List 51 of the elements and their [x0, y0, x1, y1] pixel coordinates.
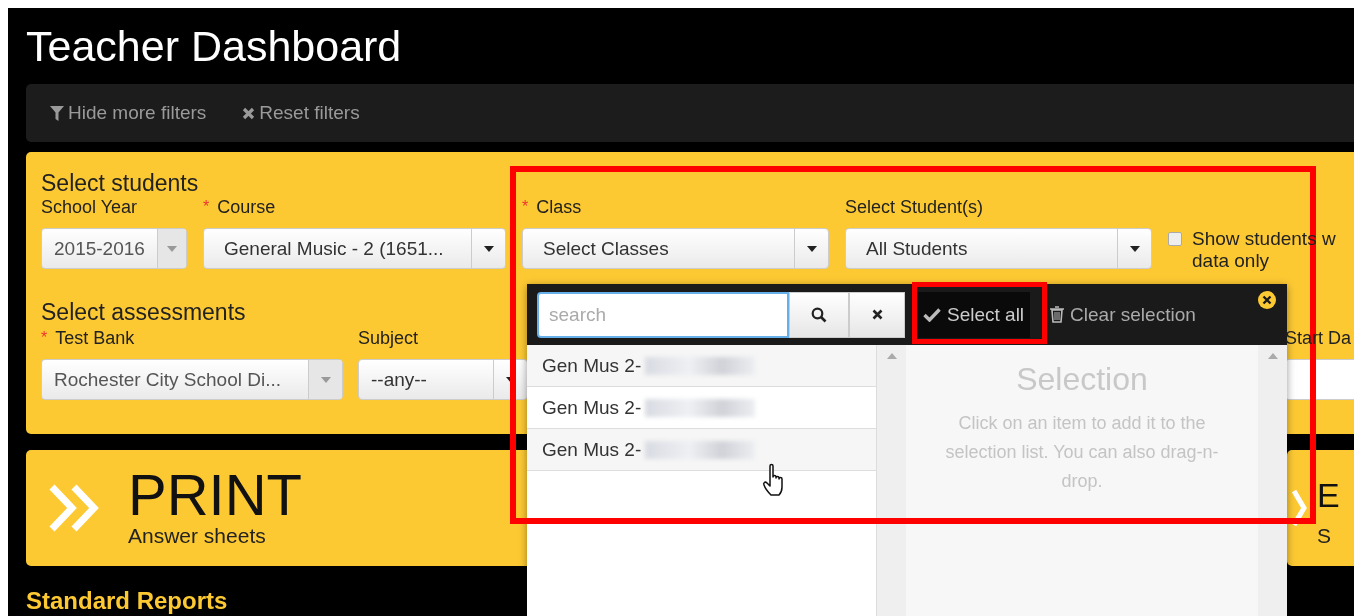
caret-icon — [806, 245, 817, 252]
scrollbar[interactable] — [1258, 345, 1287, 616]
select-dropdown[interactable]: All Students — [845, 228, 1152, 269]
caret-icon — [166, 245, 177, 252]
check-icon — [923, 307, 941, 322]
card-title: E — [1317, 475, 1340, 516]
select-dropdown[interactable]: General Music - 2 (1651... — [203, 228, 506, 269]
caret-icon — [320, 376, 331, 383]
close-icon[interactable] — [1257, 290, 1277, 310]
action-card[interactable]: E S — [1287, 450, 1354, 566]
field-label: School Year — [41, 196, 138, 218]
trash-icon — [1050, 306, 1065, 323]
field-label: Class — [536, 196, 582, 218]
card-title: PRINT — [128, 467, 302, 523]
section-heading: Standard Reports — [26, 588, 228, 614]
required-mark: * — [203, 197, 210, 217]
up-arrow-icon — [1267, 353, 1278, 359]
close-icon — [242, 106, 256, 120]
class-name: Gen Mus 2- — [542, 354, 642, 377]
caret-icon — [483, 245, 494, 252]
field-label: Subject — [358, 327, 419, 349]
search-field[interactable]: search — [537, 291, 789, 338]
close-icon — [871, 309, 883, 320]
search-button[interactable] — [789, 291, 849, 338]
card-subtitle: S — [1317, 523, 1332, 549]
card-subtitle: Answer sheets — [128, 523, 267, 549]
field-label: Select Student(s) — [845, 196, 984, 218]
class-list-item[interactable]: Gen Mus 2- — [527, 387, 876, 429]
picker-action-button[interactable]: Select all — [917, 291, 1031, 338]
picker-action-button[interactable]: Clear selection — [1044, 291, 1202, 338]
class-name: Gen Mus 2- — [542, 396, 642, 419]
required-mark: * — [41, 328, 48, 348]
scrollbar[interactable] — [877, 345, 906, 616]
page-title: Teacher Dashboard — [26, 21, 403, 72]
caret-icon — [1129, 245, 1140, 252]
class-list-item[interactable]: Gen Mus 2- — [527, 429, 876, 471]
up-arrow-icon — [886, 353, 897, 359]
section-heading: Select students — [41, 170, 199, 196]
field-label: Course — [217, 196, 276, 218]
filter-link[interactable]: Reset filters — [242, 102, 360, 124]
checkbox[interactable] — [1168, 232, 1182, 246]
chevron-icon — [1291, 488, 1307, 528]
field-label: Test Bank — [55, 327, 135, 349]
select-dropdown[interactable]: Select Classes — [522, 228, 829, 269]
search-icon — [811, 306, 827, 323]
funnel-icon — [50, 105, 64, 121]
section-heading: Select assessments — [41, 299, 246, 325]
filter-link[interactable]: Hide more filters — [50, 102, 207, 124]
class-list-item[interactable]: Gen Mus 2- — [527, 345, 876, 387]
clear-search-button[interactable] — [849, 291, 905, 338]
required-mark: * — [522, 197, 529, 217]
